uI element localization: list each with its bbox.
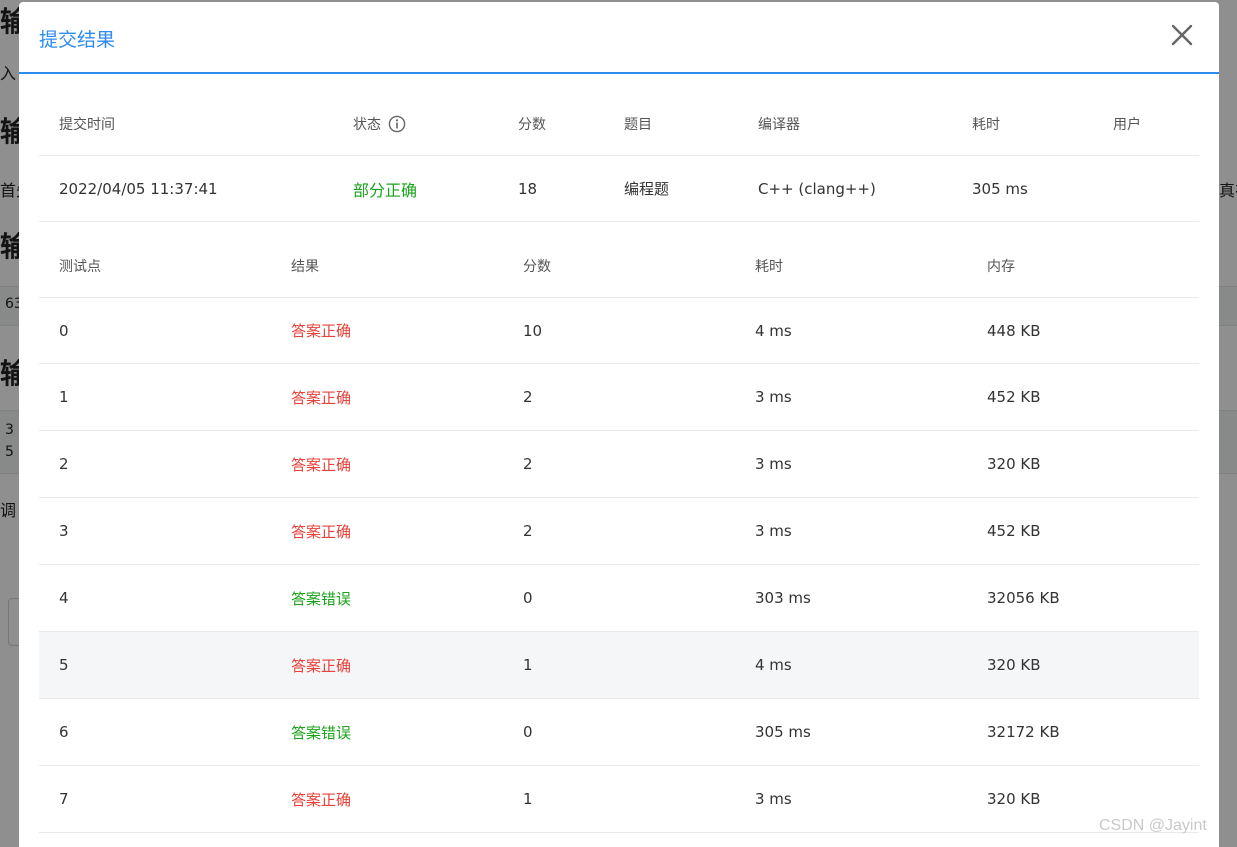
case-time: 305 ms bbox=[755, 723, 811, 741]
testcase-row: 6 答案错误 0 305 ms 32172 KB bbox=[39, 699, 1199, 766]
submission-header-row: 提交时间 状态 分数 题目 编译器 耗时 用户 bbox=[39, 92, 1199, 156]
submission-result-modal: 提交结果 提交时间 状态 分数 题目 编译器 耗时 用户 2022/04/05 … bbox=[19, 2, 1219, 847]
testcase-row: 2 答案正确 2 3 ms 320 KB bbox=[39, 431, 1199, 498]
header-submit-time: 提交时间 bbox=[59, 116, 115, 133]
case-result: 答案错误 bbox=[291, 589, 352, 608]
case-id: 2 bbox=[59, 455, 69, 473]
case-memory: 320 KB bbox=[987, 790, 1041, 808]
header-case-time: 耗时 bbox=[755, 259, 783, 275]
header-memory: 内存 bbox=[987, 259, 1015, 275]
case-result: 答案正确 bbox=[291, 388, 352, 407]
case-memory: 32172 KB bbox=[987, 723, 1060, 741]
submission-row: 2022/04/05 11:37:41 部分正确 18 编程题 C++ (cla… bbox=[39, 156, 1199, 222]
header-case: 测试点 bbox=[59, 259, 101, 275]
case-memory: 452 KB bbox=[987, 522, 1041, 540]
submit-time: 2022/04/05 11:37:41 bbox=[59, 179, 218, 198]
case-time: 3 ms bbox=[755, 522, 792, 540]
header-status-label: 状态 bbox=[353, 116, 381, 133]
case-result: 答案正确 bbox=[291, 790, 352, 809]
header-elapsed: 耗时 bbox=[972, 116, 1000, 133]
submission-score: 18 bbox=[518, 179, 538, 198]
case-id: 5 bbox=[59, 656, 69, 674]
header-user: 用户 bbox=[1113, 116, 1141, 133]
testcase-header-row: 测试点 结果 分数 耗时 内存 bbox=[39, 235, 1199, 298]
case-result: 答案错误 bbox=[291, 723, 352, 742]
info-circle-icon[interactable] bbox=[388, 115, 406, 133]
testcase-row: 0 答案正确 10 4 ms 448 KB bbox=[39, 298, 1199, 364]
case-memory: 452 KB bbox=[987, 388, 1041, 406]
case-score: 1 bbox=[523, 656, 533, 674]
case-score: 2 bbox=[523, 522, 533, 540]
case-time: 3 ms bbox=[755, 790, 792, 808]
case-score: 0 bbox=[523, 723, 533, 741]
header-problem: 题目 bbox=[624, 116, 652, 133]
close-icon bbox=[1171, 24, 1193, 46]
case-memory: 320 KB bbox=[987, 455, 1041, 473]
header-case-score: 分数 bbox=[523, 259, 551, 275]
submission-table: 提交时间 状态 分数 题目 编译器 耗时 用户 2022/04/05 11:37… bbox=[39, 92, 1199, 222]
case-memory: 32056 KB bbox=[987, 589, 1060, 607]
header-status: 状态 bbox=[353, 92, 406, 155]
case-id: 4 bbox=[59, 589, 69, 607]
case-time: 4 ms bbox=[755, 656, 792, 674]
case-memory: 448 KB bbox=[987, 321, 1041, 340]
testcase-row: 3 答案正确 2 3 ms 452 KB bbox=[39, 498, 1199, 565]
testcase-row: 4 答案错误 0 303 ms 32056 KB bbox=[39, 565, 1199, 632]
close-button[interactable] bbox=[1169, 22, 1195, 48]
case-id: 1 bbox=[59, 388, 69, 406]
case-score: 2 bbox=[523, 455, 533, 473]
testcase-row-hovered: 5 答案正确 1 4 ms 320 KB bbox=[39, 632, 1199, 699]
case-score: 10 bbox=[523, 321, 543, 340]
problem-link[interactable]: 编程题 bbox=[624, 156, 669, 221]
case-time: 3 ms bbox=[755, 388, 792, 406]
case-score: 0 bbox=[523, 589, 533, 607]
submission-elapsed: 305 ms bbox=[972, 179, 1028, 198]
case-result: 答案正确 bbox=[291, 455, 352, 474]
header-result: 结果 bbox=[291, 259, 319, 275]
testcase-row: 1 答案正确 2 3 ms 452 KB bbox=[39, 364, 1199, 431]
case-id: 3 bbox=[59, 522, 69, 540]
header-compiler: 编译器 bbox=[758, 116, 800, 133]
modal-title: 提交结果 bbox=[39, 29, 116, 51]
case-result: 答案正确 bbox=[291, 656, 352, 675]
modal-header: 提交结果 bbox=[19, 2, 1219, 74]
case-id: 6 bbox=[59, 723, 69, 741]
case-memory: 320 KB bbox=[987, 656, 1041, 674]
case-id: 7 bbox=[59, 790, 69, 808]
testcase-table: 测试点 结果 分数 耗时 内存 0 答案正确 10 4 ms 448 KB 1 … bbox=[39, 235, 1199, 833]
case-time: 3 ms bbox=[755, 455, 792, 473]
case-score: 1 bbox=[523, 790, 533, 808]
case-time: 303 ms bbox=[755, 589, 811, 607]
case-id: 0 bbox=[59, 321, 69, 340]
testcase-row: 7 答案正确 1 3 ms 320 KB bbox=[39, 766, 1199, 833]
watermark: CSDN @Jayint bbox=[1099, 817, 1207, 834]
status-badge[interactable]: 部分正确 bbox=[353, 156, 417, 221]
case-result: 答案正确 bbox=[291, 322, 352, 340]
case-time: 4 ms bbox=[755, 321, 792, 340]
header-score: 分数 bbox=[518, 116, 546, 133]
compiler: C++ (clang++) bbox=[758, 179, 876, 198]
case-score: 2 bbox=[523, 388, 533, 406]
case-result: 答案正确 bbox=[291, 522, 352, 541]
